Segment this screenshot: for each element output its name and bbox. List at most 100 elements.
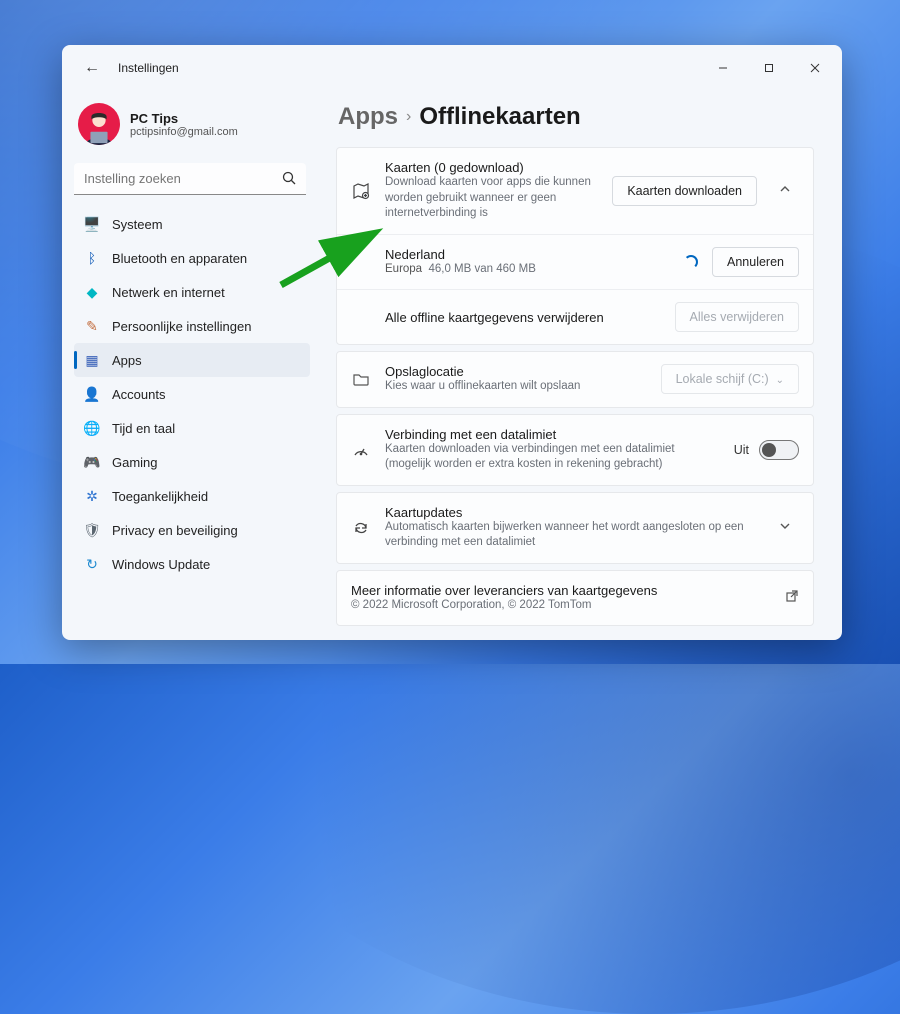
metered-subtitle: Kaarten downloaden via verbindingen met … — [385, 442, 720, 473]
sidebar-item-toegankelijk[interactable]: ✲ Toegankelijkheid — [74, 479, 310, 513]
back-button[interactable]: ← — [76, 52, 108, 84]
page-title: Offlinekaarten — [419, 103, 580, 131]
profile-name: PC Tips — [130, 111, 238, 126]
maps-header-row: Kaarten (0 gedownload) Download kaarten … — [337, 148, 813, 234]
window-title: Instellingen — [118, 61, 179, 75]
search-container — [74, 163, 306, 195]
sidebar-item-label: Privacy en beveiliging — [112, 523, 238, 538]
maps-title: Kaarten (0 gedownload) — [385, 160, 598, 175]
sidebar-item-label: Persoonlijke instellingen — [112, 319, 251, 334]
avatar — [78, 103, 120, 145]
chevron-down-icon[interactable] — [771, 520, 799, 535]
netwerk-icon: ◆ — [84, 284, 100, 300]
folder-icon — [351, 370, 371, 388]
nav-list: 🖥️ Systeem ᛒ Bluetooth en apparaten ◆ Netwerk… — [74, 207, 310, 630]
help-link[interactable]: Assistentie — [336, 632, 814, 640]
maximize-icon — [764, 63, 774, 73]
sidebar-item-systeem[interactable]: 🖥️ Systeem — [74, 207, 310, 241]
metered-title: Verbinding met een datalimiet — [385, 427, 720, 442]
profile-block[interactable]: PC Tips pctipsinfo@gmail.com — [74, 97, 310, 159]
profile-email: pctipsinfo@gmail.com — [130, 126, 238, 138]
updates-subtitle: Automatisch kaarten bijwerken wanneer he… — [385, 520, 757, 551]
toegankelijk-icon: ✲ — [84, 488, 100, 504]
tijd-icon: 🌐 — [84, 420, 100, 436]
titlebar: ← Instellingen — [62, 45, 842, 91]
close-button[interactable] — [792, 52, 838, 84]
sidebar-item-netwerk[interactable]: ◆ Netwerk en internet — [74, 275, 310, 309]
breadcrumb: Apps › Offlinekaarten — [336, 95, 814, 147]
sync-icon — [351, 519, 371, 537]
download-progress-row: Nederland Europa 46,0 MB van 460 MB Annu… — [337, 234, 813, 290]
breadcrumb-parent[interactable]: Apps — [338, 103, 398, 131]
sidebar-item-gaming[interactable]: 🎮 Gaming — [74, 445, 310, 479]
close-icon — [810, 63, 820, 73]
settings-window: ← Instellingen PC Tips pctipsinfo@gmail. — [62, 45, 842, 640]
privacy-icon: 🛡 — [84, 522, 100, 538]
updates-title: Kaartupdates — [385, 505, 757, 520]
chevron-right-icon: › — [406, 108, 411, 126]
chevron-up-icon[interactable] — [771, 183, 799, 198]
storage-card: Opslaglocatie Kies waar u offlinekaarten… — [336, 351, 814, 408]
sidebar-item-update[interactable]: ↻ Windows Update — [74, 547, 310, 581]
storage-value: Lokale schijf (C:) — [676, 372, 769, 386]
sidebar-item-label: Apps — [112, 353, 142, 368]
download-maps-button[interactable]: Kaarten downloaden — [612, 176, 757, 206]
storage-dropdown[interactable]: Lokale schijf (C:) ⌄ — [661, 364, 799, 394]
spinner-icon — [684, 255, 698, 269]
content-area: Apps › Offlinekaarten Kaarten (0 gedownl… — [318, 91, 842, 640]
sidebar-item-label: Systeem — [112, 217, 163, 232]
toggle-state-label: Uit — [734, 443, 749, 457]
maps-subtitle: Download kaarten voor apps die kunnen wo… — [385, 175, 598, 222]
sidebar: PC Tips pctipsinfo@gmail.com 🖥️ Systeem ᛒB… — [62, 91, 318, 640]
updates-row[interactable]: Kaartupdates Automatisch kaarten bijwerk… — [337, 493, 813, 563]
sidebar-item-label: Netwerk en internet — [112, 285, 225, 300]
storage-title: Opslaglocatie — [385, 364, 647, 379]
minimize-button[interactable] — [700, 52, 746, 84]
search-input[interactable] — [74, 163, 306, 195]
updates-card: Kaartupdates Automatisch kaarten bijwerk… — [336, 492, 814, 564]
download-item-region: Europa — [385, 263, 422, 275]
persoonlijk-icon: ✎ — [84, 318, 100, 334]
sidebar-item-label: Windows Update — [112, 557, 210, 572]
metered-row: Verbinding met een datalimiet Kaarten do… — [337, 415, 813, 485]
storage-row[interactable]: Opslaglocatie Kies waar u offlinekaarten… — [337, 352, 813, 407]
supplier-subtitle: © 2022 Microsoft Corporation, © 2022 Tom… — [351, 598, 771, 614]
storage-subtitle: Kies waar u offlinekaarten wilt opslaan — [385, 379, 647, 395]
maps-card: Kaarten (0 gedownload) Download kaarten … — [336, 147, 814, 345]
chevron-down-icon: ⌄ — [776, 375, 784, 386]
metered-card: Verbinding met een datalimiet Kaarten do… — [336, 414, 814, 486]
bluetooth-icon: ᛒ — [84, 250, 100, 266]
supplier-title: Meer informatie over leveranciers van ka… — [351, 583, 771, 598]
cancel-download-button[interactable]: Annuleren — [712, 247, 799, 277]
sidebar-item-accounts[interactable]: 👤 Accounts — [74, 377, 310, 411]
sidebar-item-label: Tijd en taal — [112, 421, 175, 436]
window-controls — [700, 52, 838, 84]
supplier-card: Meer informatie over leveranciers van ka… — [336, 570, 814, 627]
sidebar-item-label: Gaming — [112, 455, 158, 470]
minimize-icon — [718, 63, 728, 73]
maximize-button[interactable] — [746, 52, 792, 84]
download-item-progress: 46,0 MB van 460 MB — [428, 263, 535, 275]
update-icon: ↻ — [84, 556, 100, 572]
accounts-icon: 👤 — [84, 386, 100, 402]
sidebar-item-bluetooth[interactable]: ᛒ Bluetooth en apparaten — [74, 241, 310, 275]
open-external-icon[interactable] — [785, 589, 799, 606]
sidebar-item-privacy[interactable]: 🛡 Privacy en beveiliging — [74, 513, 310, 547]
sidebar-item-apps[interactable]: ▦Apps — [74, 343, 310, 377]
supplier-row[interactable]: Meer informatie over leveranciers van ka… — [337, 571, 813, 626]
sidebar-item-label: Accounts — [112, 387, 165, 402]
delete-all-button[interactable]: Alles verwijderen — [675, 302, 799, 332]
download-item-name: Nederland — [385, 247, 670, 262]
gauge-icon — [351, 441, 371, 459]
metered-toggle[interactable] — [759, 440, 799, 460]
delete-all-title: Alle offline kaartgegevens verwijderen — [385, 310, 661, 325]
search-icon — [282, 171, 296, 188]
sidebar-item-tijd[interactable]: 🌐 Tijd en taal — [74, 411, 310, 445]
sidebar-item-persoonlijk[interactable]: ✎ Persoonlijke instellingen — [74, 309, 310, 343]
systeem-icon: 🖥️ — [84, 216, 100, 232]
map-icon — [351, 182, 371, 200]
sidebar-item-label: Bluetooth en apparaten — [112, 251, 247, 266]
delete-all-row: Alle offline kaartgegevens verwijderen A… — [337, 289, 813, 344]
gaming-icon: 🎮 — [84, 454, 100, 470]
sidebar-item-label: Toegankelijkheid — [112, 489, 208, 504]
